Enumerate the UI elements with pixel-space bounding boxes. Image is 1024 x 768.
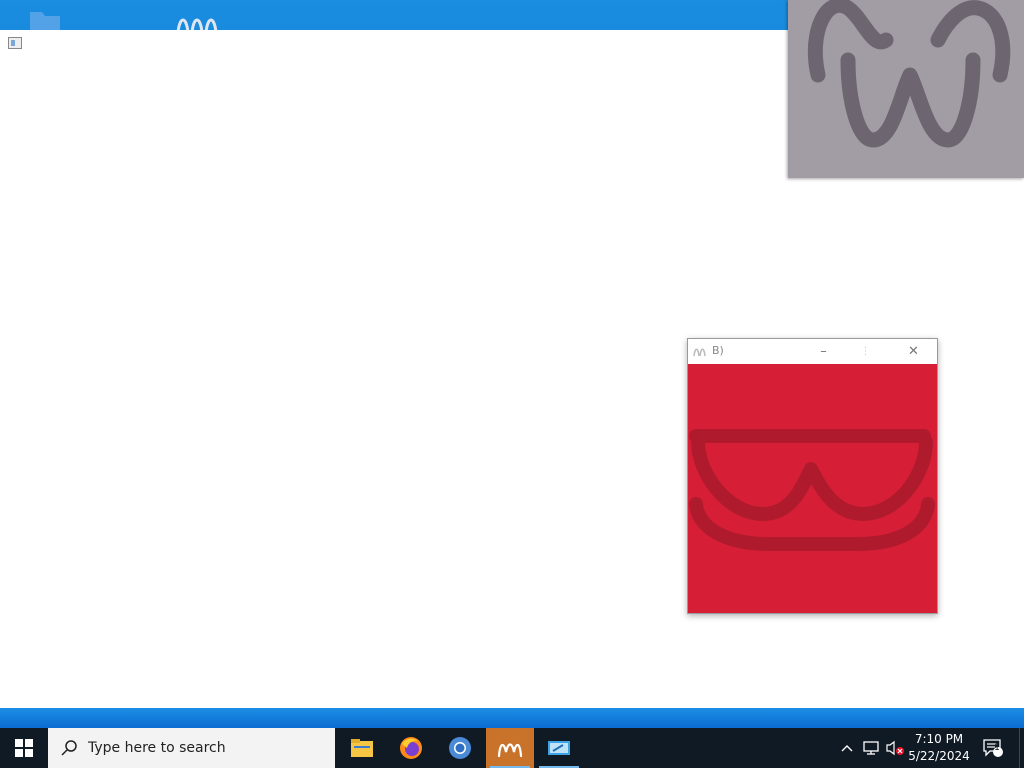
network-icon <box>863 741 879 755</box>
close-button[interactable]: ✕ <box>891 339 936 364</box>
window-titlebar[interactable]: B) – ⋮ ✕ <box>688 339 937 364</box>
start-button[interactable] <box>0 728 48 768</box>
taskbar-w-app[interactable] <box>486 728 534 768</box>
b-glyph-icon <box>689 429 935 551</box>
minimize-button[interactable]: – <box>801 339 846 364</box>
tray-network[interactable] <box>860 728 882 768</box>
preview-window[interactable] <box>788 0 1024 178</box>
action-center-button[interactable]: 1 <box>980 728 1006 768</box>
windows-logo-icon <box>15 739 33 757</box>
chevron-up-icon <box>841 745 853 752</box>
taskbar-chrome[interactable] <box>436 728 484 768</box>
file-explorer-icon <box>351 739 373 757</box>
taskbar-firefox[interactable] <box>387 728 435 768</box>
taskbar-remote-app[interactable] <box>535 728 583 768</box>
b-window[interactable]: B) – ⋮ ✕ <box>687 338 938 614</box>
firefox-icon <box>400 737 422 759</box>
window-canvas[interactable] <box>688 364 937 613</box>
folder-icon[interactable] <box>28 10 62 32</box>
taskbar: Type here to search 7:10 PM 5/22/2024 1 <box>0 728 1024 768</box>
clock-time: 7:10 PM <box>914 732 964 746</box>
chrome-icon <box>449 737 471 759</box>
search-placeholder: Type here to search <box>88 740 226 756</box>
maximize-button[interactable]: ⋮ <box>843 339 888 364</box>
window-title: B) <box>712 344 724 357</box>
search-box[interactable]: Type here to search <box>48 728 335 768</box>
w-app-icon <box>497 743 523 758</box>
desktop-bottom-strip <box>0 708 1024 728</box>
window-system-icon[interactable] <box>8 37 22 49</box>
system-clock[interactable]: 7:10 PM 5/22/2024 <box>900 731 978 765</box>
w-glyph-icon <box>807 0 1011 148</box>
notification-count: 1 <box>994 743 1000 753</box>
show-desktop-button[interactable] <box>1019 728 1024 768</box>
clock-date: 5/22/2024 <box>908 749 970 763</box>
app-icon[interactable] <box>174 12 218 32</box>
taskbar-file-explorer[interactable] <box>338 728 386 768</box>
app-title-icon <box>693 348 706 357</box>
search-icon <box>61 740 77 756</box>
remote-desktop-icon <box>548 741 570 755</box>
tray-overflow-chevron[interactable] <box>838 728 856 768</box>
